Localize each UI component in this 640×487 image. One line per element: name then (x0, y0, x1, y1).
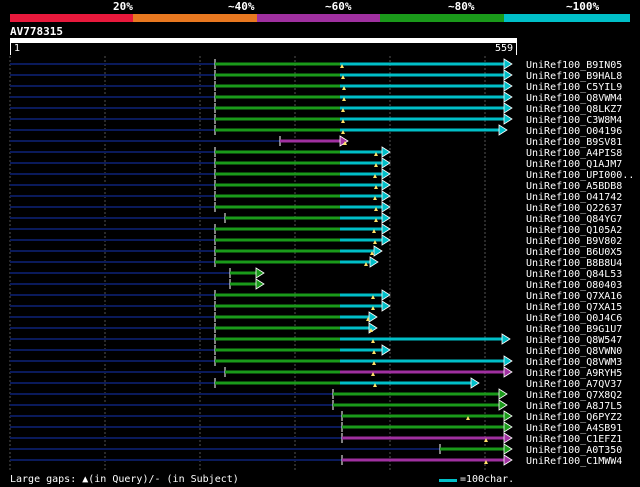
hit-end-arrow (381, 289, 391, 301)
gaps-legend: Large gaps: ▲(in Query)/- (in Subject) (10, 474, 239, 485)
legend-segment (10, 14, 133, 22)
hit-end-arrow (381, 344, 391, 356)
legend-label-40: ~40% (228, 0, 255, 13)
hit-end-arrow (503, 58, 513, 70)
hit-label: UniRef100_Q8VWM3 (526, 357, 622, 368)
hit-label: UniRef100_O41742 (526, 192, 622, 203)
query-id: AV778315 (10, 25, 63, 38)
hit-end-arrow (503, 355, 513, 367)
hit-end-arrow (470, 377, 480, 389)
hit-label: UniRef100_Q8VWM4 (526, 93, 622, 104)
hit-end-arrow (503, 69, 513, 81)
hit-label: UniRef100_C1MWW4 (526, 456, 622, 467)
hit-label: UniRef100_UPI000.. (526, 170, 634, 181)
hit-end-arrow (503, 432, 513, 444)
hit-end-arrow (381, 300, 391, 312)
hit-end-arrow (381, 234, 391, 246)
hit-end-arrow (503, 80, 513, 92)
hit-end-arrow (498, 399, 508, 411)
hit-label: UniRef100_A0T350 (526, 445, 622, 456)
hit-end-arrow (503, 421, 513, 433)
hit-label: UniRef100_B6U0X5 (526, 247, 622, 258)
hit-end-arrow (373, 245, 383, 257)
identity-legend-bar (10, 14, 630, 22)
hit-label: UniRef100_B9G1U7 (526, 324, 622, 335)
scale-bar (439, 479, 457, 482)
hit-end-arrow (381, 223, 391, 235)
hit-label: UniRef100_Q7XA16 (526, 291, 622, 302)
hit-label: UniRef100_A4SB91 (526, 423, 622, 434)
hit-label: UniRef100_Q1AJM7 (526, 159, 622, 170)
hit-label: UniRef100_B9IN05 (526, 60, 622, 71)
scale-label: =100char. (460, 474, 515, 485)
hit-label: UniRef100_Q22637 (526, 203, 622, 214)
hit-label: UniRef100_A7QV37 (526, 379, 622, 390)
hit-end-arrow (503, 91, 513, 103)
legend-segment (504, 14, 630, 22)
hit-end-arrow (501, 333, 511, 345)
hit-end-arrow (503, 410, 513, 422)
hit-label: UniRef100_Q6PYZ2 (526, 412, 622, 423)
hit-label: UniRef100_B8B8U4 (526, 258, 622, 269)
hit-end-arrow (381, 179, 391, 191)
legend-segment (133, 14, 257, 22)
legend-label-60: ~60% (325, 0, 352, 13)
hit-label: UniRef100_Q7XA15 (526, 302, 622, 313)
hit-label: UniRef100_Q8LKZ7 (526, 104, 622, 115)
hit-end-arrow (368, 311, 378, 323)
hit-label: UniRef100_C5YIL9 (526, 82, 622, 93)
hit-label: UniRef100_Q8VWN0 (526, 346, 622, 357)
hit-end-arrow (381, 168, 391, 180)
hit-end-arrow (498, 388, 508, 400)
hit-label: UniRef100_C1EFZ1 (526, 434, 622, 445)
hit-label: UniRef100_A5BDB8 (526, 181, 622, 192)
legend-label-80: ~80% (448, 0, 475, 13)
legend-label-100: ~100% (566, 0, 600, 13)
hit-label: UniRef100_B9V802 (526, 236, 622, 247)
hit-label: UniRef100_B9HAL8 (526, 71, 622, 82)
hit-end-arrow (381, 212, 391, 224)
hit-end-arrow (381, 190, 391, 202)
hit-end-arrow (381, 146, 391, 158)
hit-label: UniRef100_Q0J4C6 (526, 313, 622, 324)
hit-label: UniRef100_C3W8M4 (526, 115, 622, 126)
hit-label: UniRef100_O80403 (526, 280, 622, 291)
hit-label: UniRef100_Q8W547 (526, 335, 622, 346)
legend-label-20: 20% (113, 0, 133, 13)
hit-end-arrow (503, 102, 513, 114)
hit-end-arrow (503, 113, 513, 125)
hit-label: UniRef100_O04196 (526, 126, 622, 137)
alignment-panel: UniRef100_B9IN05UniRef100_B9HAL8UniRef10… (9, 56, 634, 470)
hit-end-arrow (381, 157, 391, 169)
hit-end-arrow (498, 124, 508, 136)
hit-end-arrow (503, 454, 513, 466)
ruler-start: 1 (14, 43, 21, 54)
query-ruler: 1 559 (10, 43, 517, 55)
ruler-end: 559 (494, 43, 513, 54)
hit-end-arrow (503, 366, 513, 378)
hit-end-arrow (369, 256, 379, 268)
legend-segment (257, 14, 380, 22)
hit-label: UniRef100_B9SV81 (526, 137, 622, 148)
hit-end-arrow (255, 278, 265, 290)
hit-label: UniRef100_Q7X8Q2 (526, 390, 622, 401)
hit-end-arrow (255, 267, 265, 279)
legend-segment (380, 14, 504, 22)
hit-label: UniRef100_Q105A2 (526, 225, 622, 236)
hit-label: UniRef100_A8J7L5 (526, 401, 622, 412)
hit-label: UniRef100_A4PIS8 (526, 148, 622, 159)
hit-label: UniRef100_Q84L53 (526, 269, 622, 280)
hit-label: UniRef100_Q84YG7 (526, 214, 622, 225)
hit-label: UniRef100_A9RYH5 (526, 368, 622, 379)
hit-end-arrow (503, 443, 513, 455)
hit-end-arrow (381, 201, 391, 213)
